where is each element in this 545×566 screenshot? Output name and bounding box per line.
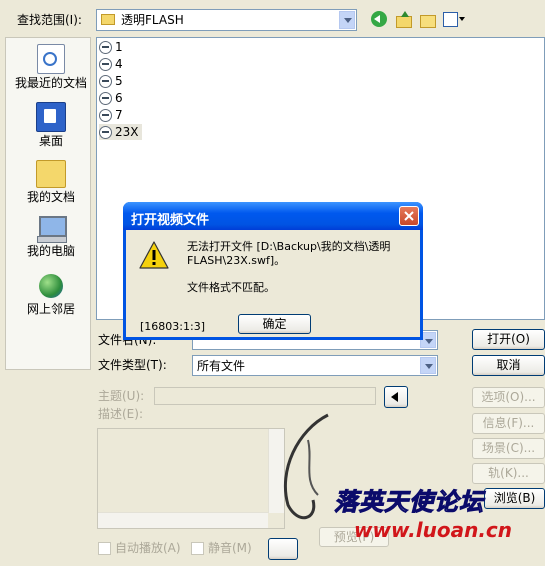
dialog-message-line2: FLASH\23X.swf]。 [187,254,286,267]
lookin-value: 透明FLASH [121,13,184,27]
chevron-down-icon[interactable] [339,11,355,29]
mute-checkbox[interactable]: 静音(M) [191,541,252,555]
my-computer-icon [36,216,67,243]
watermark-title: 落英天使论坛 [334,488,484,517]
file-name: 6 [115,91,123,105]
list-item[interactable]: 6 [99,90,123,106]
place-desktop[interactable]: 桌面 [6,102,96,148]
subject-label: 主题(U): [98,389,145,403]
list-item[interactable]: 4 [99,56,123,72]
autoplay-checkbox[interactable]: 自动播放(A) [98,541,181,555]
dialog-titlebar[interactable]: 打开视频文件 [123,202,423,230]
media-file-icon [99,92,112,105]
speaker-button[interactable] [268,538,298,560]
mute-label: 静音(M) [208,541,252,555]
new-folder-button[interactable] [419,11,436,28]
browse-button[interactable]: 浏览(B) [484,488,545,509]
scrollbar-horizontal[interactable] [98,512,268,528]
recent-documents-icon [37,44,65,74]
back-arrow-icon [374,15,380,23]
file-name: 7 [115,108,123,122]
places-bar: 我最近的文档 桌面 我的文档 我的电脑 网上邻居 [5,37,91,370]
file-name: 1 [115,40,123,54]
new-folder-icon [420,15,436,28]
list-item[interactable]: 1 [99,39,123,55]
media-file-icon [99,126,112,139]
dialog-message-line1: 无法打开文件 [D:\Backup\我的文档\透明 [187,240,391,253]
media-file-icon [99,41,112,54]
list-item[interactable]: 5 [99,73,123,89]
info-button[interactable]: 信息(F)... [472,413,545,434]
place-label: 我最近的文档 [14,76,87,90]
watermark-url: www.luoan.cn [354,518,513,542]
media-file-icon [99,58,112,71]
view-menu-icon [443,12,458,27]
back-button[interactable] [371,11,387,27]
list-item[interactable]: 7 [99,107,123,123]
file-name: 23X [115,125,139,139]
media-file-icon [99,75,112,88]
warning-icon [139,241,169,269]
dialog-message-line3: 文件格式不匹配。 [187,281,275,294]
up-folder-button[interactable] [395,11,412,28]
scene-button[interactable]: 场景(C)... [472,438,545,459]
subject-field[interactable] [154,387,376,405]
list-item-selected[interactable]: 23X [99,124,142,140]
dialog-close-button[interactable] [399,206,419,226]
up-folder-icon [396,16,412,28]
place-my-computer[interactable]: 我的电脑 [6,216,96,258]
folder-icon [101,14,115,25]
arrow-left-icon [391,392,398,402]
place-my-documents[interactable]: 我的文档 [6,160,96,204]
apply-subject-button[interactable] [384,386,408,408]
checkbox-box [191,542,204,555]
dialog-error-code: [16803:1:3] [140,320,205,333]
place-label: 桌面 [38,134,63,148]
place-label: 我的文档 [26,190,75,204]
lookin-combo[interactable]: 透明FLASH [96,9,357,31]
chevron-down-icon[interactable] [420,357,436,374]
filetype-label: 文件类型(T): [98,358,167,372]
my-documents-icon [36,160,66,188]
autoplay-label: 自动播放(A) [115,541,181,555]
close-icon [404,211,414,221]
file-name: 4 [115,57,123,71]
open-button[interactable]: 打开(O) [472,329,545,350]
filetype-combo[interactable]: 所有文件 [192,355,438,376]
filetype-value: 所有文件 [197,359,246,373]
network-places-icon [37,274,65,300]
place-label: 网上邻居 [26,302,75,316]
dialog-ok-button[interactable]: 确定 [238,314,311,334]
place-recent[interactable]: 我最近的文档 [6,44,96,90]
desktop-icon [36,102,66,132]
description-label: 描述(E): [98,407,143,421]
file-name: 5 [115,74,123,88]
error-dialog: 打开视频文件 无法打开文件 [D:\Backup\我的文档\透明 FLASH\2… [123,202,423,340]
checkbox-box [98,542,111,555]
cancel-button[interactable]: 取消 [472,355,545,376]
media-file-icon [99,109,112,122]
lookin-label: 查找范围(I): [17,13,82,27]
dialog-title: 打开视频文件 [131,213,210,228]
description-textarea[interactable] [97,428,285,529]
place-label: 我的电脑 [26,244,75,258]
track-button[interactable]: 轨(K)... [472,463,545,484]
options-button[interactable]: 选项(O)... [472,387,545,408]
view-menu-button[interactable] [443,11,465,27]
place-network[interactable]: 网上邻居 [6,274,96,316]
